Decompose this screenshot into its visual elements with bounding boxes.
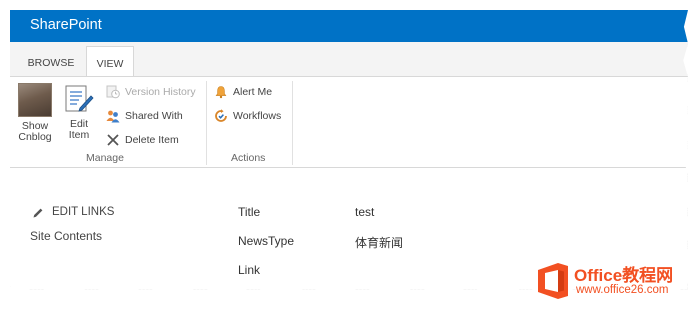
tab-view[interactable]: VIEW — [86, 46, 134, 78]
watermark-url: www.office26.com — [576, 284, 669, 296]
office-logo-icon — [538, 263, 568, 299]
version-history-label: Version History — [125, 86, 196, 98]
show-cnblog-button[interactable]: Show Cnblog — [16, 83, 54, 143]
site-contents-link[interactable]: Site Contents — [30, 229, 102, 243]
edit-links-label: EDIT LINKS — [52, 206, 115, 218]
ribbon-tabs: BROWSE VIEW — [10, 42, 688, 78]
cnblog-thumbnail-icon — [18, 83, 52, 117]
tab-browse[interactable]: BROWSE — [22, 50, 80, 76]
delete-item-label: Delete Item — [125, 134, 179, 146]
version-history-icon — [106, 85, 120, 99]
field-title-value: test — [355, 205, 375, 219]
field-newstype-value: 体育新闻 — [355, 236, 404, 250]
suite-bar: SharePoint — [10, 10, 688, 42]
watermark-brand: Office教程网 — [574, 266, 674, 285]
actions-group-label: Actions — [231, 152, 266, 164]
office26-watermark: Office教程网 www.office26.com — [536, 260, 696, 304]
edit-item-button[interactable]: Edit Item — [62, 83, 96, 141]
delete-x-icon — [107, 134, 119, 146]
alert-me-label: Alert Me — [233, 86, 273, 98]
shared-with-label: Shared With — [125, 110, 183, 122]
ribbon-group-separator — [292, 81, 293, 165]
ribbon-group-separator — [206, 81, 207, 165]
ribbon: Show Cnblog Edit Item Version History Sh… — [10, 76, 688, 168]
field-newstype-label: NewsType — [238, 234, 295, 248]
edit-label-line2: Item — [68, 129, 90, 141]
app-title[interactable]: SharePoint — [30, 17, 102, 33]
pencil-icon — [33, 208, 43, 218]
people-icon — [106, 110, 120, 123]
workflows-label: Workflows — [233, 110, 282, 122]
show-label-line2: Cnblog — [18, 131, 52, 143]
field-title-label: Title — [238, 205, 261, 219]
manage-group-label: Manage — [86, 152, 124, 164]
workflow-icon — [215, 109, 227, 122]
bell-icon — [215, 86, 227, 99]
edit-item-icon — [65, 85, 94, 112]
field-link-label: Link — [238, 263, 261, 277]
sharepoint-window: SharePoint BROWSE VIEW Show Cnblog Edit … — [10, 10, 688, 290]
